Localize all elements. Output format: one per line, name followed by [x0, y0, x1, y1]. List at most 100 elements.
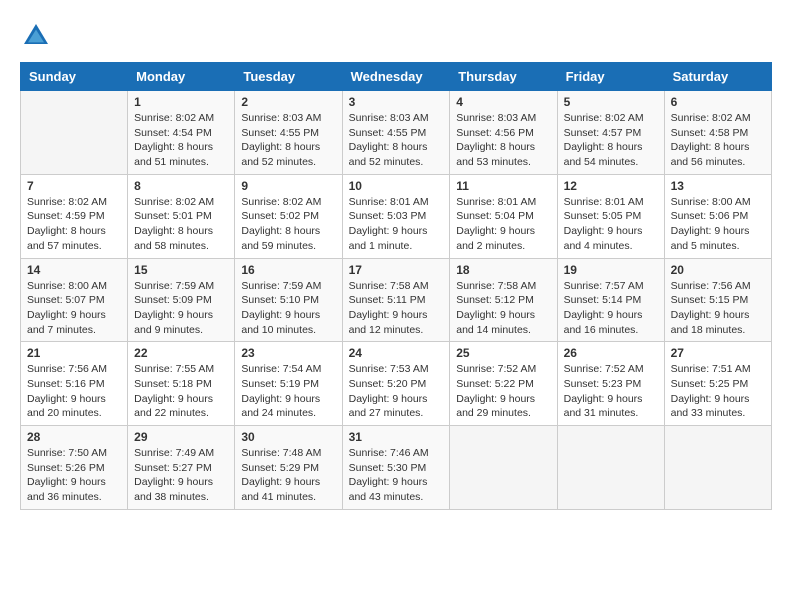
day-info: Sunrise: 8:00 AM Sunset: 5:07 PM Dayligh… [27, 279, 121, 338]
day-number: 3 [349, 95, 444, 109]
calendar-cell [664, 426, 771, 510]
calendar-cell: 30 Sunrise: 7:48 AM Sunset: 5:29 PM Dayli… [235, 426, 342, 510]
weekday-header-sunday: Sunday [21, 63, 128, 91]
day-number: 23 [241, 346, 335, 360]
day-number: 9 [241, 179, 335, 193]
day-number: 6 [671, 95, 765, 109]
calendar-cell: 8 Sunrise: 8:02 AM Sunset: 5:01 PM Daylig… [128, 174, 235, 258]
calendar-cell: 3 Sunrise: 8:03 AM Sunset: 4:55 PM Daylig… [342, 91, 450, 175]
day-number: 18 [456, 263, 550, 277]
weekday-header-tuesday: Tuesday [235, 63, 342, 91]
day-info: Sunrise: 7:59 AM Sunset: 5:09 PM Dayligh… [134, 279, 228, 338]
day-number: 8 [134, 179, 228, 193]
calendar-cell: 21 Sunrise: 7:56 AM Sunset: 5:16 PM Dayli… [21, 342, 128, 426]
calendar-cell: 5 Sunrise: 8:02 AM Sunset: 4:57 PM Daylig… [557, 91, 664, 175]
day-number: 22 [134, 346, 228, 360]
calendar-body: 1 Sunrise: 8:02 AM Sunset: 4:54 PM Daylig… [21, 91, 772, 510]
day-number: 16 [241, 263, 335, 277]
day-info: Sunrise: 7:57 AM Sunset: 5:14 PM Dayligh… [564, 279, 658, 338]
calendar-cell [21, 91, 128, 175]
day-number: 11 [456, 179, 550, 193]
day-info: Sunrise: 8:03 AM Sunset: 4:55 PM Dayligh… [241, 111, 335, 170]
day-number: 31 [349, 430, 444, 444]
calendar-cell: 14 Sunrise: 8:00 AM Sunset: 5:07 PM Dayli… [21, 258, 128, 342]
calendar-week-5: 28 Sunrise: 7:50 AM Sunset: 5:26 PM Dayli… [21, 426, 772, 510]
day-number: 19 [564, 263, 658, 277]
day-info: Sunrise: 8:03 AM Sunset: 4:56 PM Dayligh… [456, 111, 550, 170]
calendar-cell: 4 Sunrise: 8:03 AM Sunset: 4:56 PM Daylig… [450, 91, 557, 175]
day-info: Sunrise: 7:49 AM Sunset: 5:27 PM Dayligh… [134, 446, 228, 505]
day-number: 29 [134, 430, 228, 444]
calendar-cell: 16 Sunrise: 7:59 AM Sunset: 5:10 PM Dayli… [235, 258, 342, 342]
weekday-header-friday: Friday [557, 63, 664, 91]
day-number: 14 [27, 263, 121, 277]
day-info: Sunrise: 8:00 AM Sunset: 5:06 PM Dayligh… [671, 195, 765, 254]
day-info: Sunrise: 8:02 AM Sunset: 5:01 PM Dayligh… [134, 195, 228, 254]
calendar-cell: 10 Sunrise: 8:01 AM Sunset: 5:03 PM Dayli… [342, 174, 450, 258]
day-number: 25 [456, 346, 550, 360]
calendar-week-4: 21 Sunrise: 7:56 AM Sunset: 5:16 PM Dayli… [21, 342, 772, 426]
calendar-cell: 27 Sunrise: 7:51 AM Sunset: 5:25 PM Dayli… [664, 342, 771, 426]
day-number: 28 [27, 430, 121, 444]
calendar-cell: 20Sunrise: 7:56 AM Sunset: 5:15 PM Dayli… [664, 258, 771, 342]
day-number: 4 [456, 95, 550, 109]
day-info: Sunrise: 7:51 AM Sunset: 5:25 PM Dayligh… [671, 362, 765, 421]
day-number: 30 [241, 430, 335, 444]
day-info: Sunrise: 7:55 AM Sunset: 5:18 PM Dayligh… [134, 362, 228, 421]
day-info: Sunrise: 7:56 AM Sunset: 5:16 PM Dayligh… [27, 362, 121, 421]
logo [20, 20, 58, 52]
calendar-cell: 28 Sunrise: 7:50 AM Sunset: 5:26 PM Dayli… [21, 426, 128, 510]
calendar-cell [557, 426, 664, 510]
calendar-cell: 17 Sunrise: 7:58 AM Sunset: 5:11 PM Dayli… [342, 258, 450, 342]
weekday-header-wednesday: Wednesday [342, 63, 450, 91]
day-info: Sunrise: 7:59 AM Sunset: 5:10 PM Dayligh… [241, 279, 335, 338]
day-info: Sunrise: 8:01 AM Sunset: 5:05 PM Dayligh… [564, 195, 658, 254]
day-number: 17 [349, 263, 444, 277]
day-number: 5 [564, 95, 658, 109]
day-info: Sunrise: 7:48 AM Sunset: 5:29 PM Dayligh… [241, 446, 335, 505]
calendar-cell: 25Sunrise: 7:52 AM Sunset: 5:22 PM Dayli… [450, 342, 557, 426]
calendar-cell: 1 Sunrise: 8:02 AM Sunset: 4:54 PM Daylig… [128, 91, 235, 175]
calendar-week-1: 1 Sunrise: 8:02 AM Sunset: 4:54 PM Daylig… [21, 91, 772, 175]
calendar-cell: 2 Sunrise: 8:03 AM Sunset: 4:55 PM Daylig… [235, 91, 342, 175]
calendar-cell: 6Sunrise: 8:02 AM Sunset: 4:58 PM Daylig… [664, 91, 771, 175]
day-info: Sunrise: 7:50 AM Sunset: 5:26 PM Dayligh… [27, 446, 121, 505]
calendar-cell [450, 426, 557, 510]
day-info: Sunrise: 7:54 AM Sunset: 5:19 PM Dayligh… [241, 362, 335, 421]
day-info: Sunrise: 7:58 AM Sunset: 5:12 PM Dayligh… [456, 279, 550, 338]
calendar-table: SundayMondayTuesdayWednesdayThursdayFrid… [20, 62, 772, 510]
day-number: 24 [349, 346, 444, 360]
day-number: 27 [671, 346, 765, 360]
logo-icon [20, 20, 52, 52]
day-info: Sunrise: 7:46 AM Sunset: 5:30 PM Dayligh… [349, 446, 444, 505]
calendar-cell: 22 Sunrise: 7:55 AM Sunset: 5:18 PM Dayli… [128, 342, 235, 426]
calendar-cell: 23 Sunrise: 7:54 AM Sunset: 5:19 PM Dayli… [235, 342, 342, 426]
day-number: 15 [134, 263, 228, 277]
calendar-header: SundayMondayTuesdayWednesdayThursdayFrid… [21, 63, 772, 91]
day-info: Sunrise: 7:58 AM Sunset: 5:11 PM Dayligh… [349, 279, 444, 338]
day-info: Sunrise: 8:02 AM Sunset: 4:59 PM Dayligh… [27, 195, 121, 254]
page-header [20, 20, 772, 52]
calendar-cell: 13Sunrise: 8:00 AM Sunset: 5:06 PM Dayli… [664, 174, 771, 258]
calendar-cell: 29 Sunrise: 7:49 AM Sunset: 5:27 PM Dayli… [128, 426, 235, 510]
day-info: Sunrise: 8:03 AM Sunset: 4:55 PM Dayligh… [349, 111, 444, 170]
day-number: 1 [134, 95, 228, 109]
calendar-cell: 19 Sunrise: 7:57 AM Sunset: 5:14 PM Dayli… [557, 258, 664, 342]
weekday-header-thursday: Thursday [450, 63, 557, 91]
day-number: 7 [27, 179, 121, 193]
day-number: 10 [349, 179, 444, 193]
calendar-cell: 12Sunrise: 8:01 AM Sunset: 5:05 PM Dayli… [557, 174, 664, 258]
calendar-cell: 15 Sunrise: 7:59 AM Sunset: 5:09 PM Dayli… [128, 258, 235, 342]
day-info: Sunrise: 7:53 AM Sunset: 5:20 PM Dayligh… [349, 362, 444, 421]
day-info: Sunrise: 7:52 AM Sunset: 5:23 PM Dayligh… [564, 362, 658, 421]
day-number: 26 [564, 346, 658, 360]
day-info: Sunrise: 8:02 AM Sunset: 4:54 PM Dayligh… [134, 111, 228, 170]
day-number: 2 [241, 95, 335, 109]
calendar-cell: 18 Sunrise: 7:58 AM Sunset: 5:12 PM Dayli… [450, 258, 557, 342]
day-info: Sunrise: 8:01 AM Sunset: 5:03 PM Dayligh… [349, 195, 444, 254]
day-info: Sunrise: 8:02 AM Sunset: 4:57 PM Dayligh… [564, 111, 658, 170]
weekday-header-monday: Monday [128, 63, 235, 91]
calendar-cell: 9Sunrise: 8:02 AM Sunset: 5:02 PM Daylig… [235, 174, 342, 258]
day-number: 21 [27, 346, 121, 360]
calendar-cell: 24 Sunrise: 7:53 AM Sunset: 5:20 PM Dayli… [342, 342, 450, 426]
